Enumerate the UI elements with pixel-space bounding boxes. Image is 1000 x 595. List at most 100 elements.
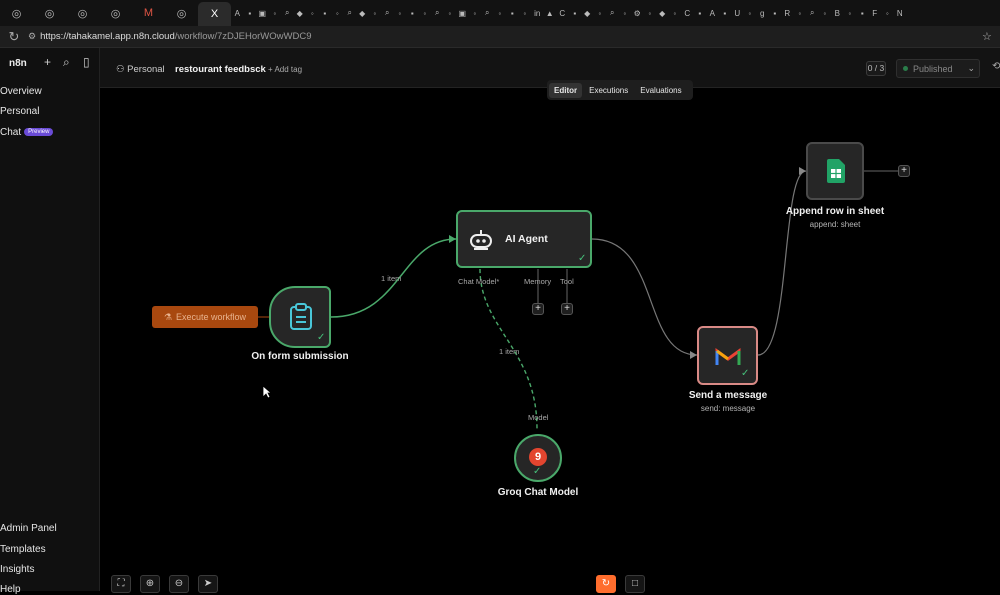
browser-tab[interactable]: ◦ <box>519 3 532 23</box>
browser-tab[interactable]: ◦ <box>269 3 282 23</box>
browser-tab[interactable]: R <box>781 3 794 23</box>
browser-tab[interactable]: ◆ <box>656 3 669 23</box>
browser-tab[interactable]: ◦ <box>469 3 482 23</box>
browser-tab[interactable]: ◦ <box>369 3 382 23</box>
project-breadcrumb[interactable]: ⚇ Personal <box>116 64 165 75</box>
browser-tab[interactable]: ◆ <box>581 3 594 23</box>
reload-icon[interactable]: ↻ <box>0 29 28 45</box>
browser-tab[interactable]: ◦ <box>419 3 432 23</box>
url-field[interactable]: https://tahakamel.app.n8n.cloud/workflow… <box>40 31 982 42</box>
zoom-in-button[interactable]: ⊕ <box>140 575 160 593</box>
browser-tab[interactable]: ◦ <box>844 3 857 23</box>
zoom-out-button[interactable]: ⊖ <box>169 575 189 593</box>
browser-tab[interactable]: ◦ <box>394 3 407 23</box>
bookmark-star-icon[interactable]: ☆ <box>982 30 1000 43</box>
browser-tab[interactable]: ⌕ <box>606 3 619 23</box>
browser-tab[interactable]: C <box>681 3 694 23</box>
sidebar-item-admin-panel[interactable]: Admin Panel <box>0 523 57 534</box>
browser-tab[interactable]: ▲ <box>544 3 557 23</box>
browser-tab[interactable]: ▪ <box>506 3 519 23</box>
search-icon[interactable]: ⌕ <box>63 55 70 70</box>
browser-tab[interactable]: ◦ <box>794 3 807 23</box>
add-tool-button[interactable]: + <box>561 303 573 315</box>
ai-agent-node[interactable]: AI Agent ✓ <box>456 210 592 268</box>
browser-tab[interactable]: ◦ <box>881 3 894 23</box>
browser-tab[interactable]: ◦ <box>444 3 457 23</box>
active-tab[interactable]: X <box>198 2 231 26</box>
browser-tab[interactable]: ◦ <box>306 3 319 23</box>
browser-tab[interactable]: in <box>531 3 544 23</box>
tab-globe-icon[interactable]: ◎ <box>66 3 99 23</box>
browser-tab[interactable]: ◦ <box>331 3 344 23</box>
tab-globe-icon[interactable]: ◎ <box>33 3 66 23</box>
browser-tab[interactable]: A <box>231 3 244 23</box>
browser-tab[interactable]: C <box>556 3 569 23</box>
trigger-node[interactable]: ✓ <box>269 286 331 348</box>
tab-evaluations[interactable]: Evaluations <box>635 83 686 98</box>
chat-toggle-button[interactable]: ↻ <box>596 575 616 593</box>
browser-tab[interactable]: ▪ <box>694 3 707 23</box>
site-info-icon[interactable]: ⚙ <box>28 31 36 42</box>
tab-close-icon[interactable]: X <box>211 8 218 20</box>
fit-view-button[interactable]: ⛶ <box>111 575 131 593</box>
tidy-up-button[interactable]: ➤ <box>198 575 218 593</box>
browser-tab[interactable]: ⌕ <box>481 3 494 23</box>
sidebar-item-help[interactable]: Help <box>0 584 21 595</box>
browser-tab[interactable]: ▪ <box>569 3 582 23</box>
browser-tab[interactable]: ▪ <box>244 3 257 23</box>
browser-tab[interactable]: ⌕ <box>281 3 294 23</box>
browser-tab[interactable]: U <box>731 3 744 23</box>
browser-tab[interactable]: ◦ <box>594 3 607 23</box>
plus-icon[interactable]: + <box>44 55 51 69</box>
collapse-sidebar-icon[interactable]: ▯ <box>83 55 90 69</box>
browser-tab[interactable]: F <box>869 3 882 23</box>
browser-tab[interactable]: N <box>894 3 907 23</box>
browser-tab[interactable]: ▪ <box>406 3 419 23</box>
browser-tab[interactable]: ◦ <box>644 3 657 23</box>
browser-tab[interactable]: ◦ <box>619 3 632 23</box>
workflow-name[interactable]: restourant feedbsck <box>175 64 266 75</box>
append-row-node[interactable] <box>806 142 864 200</box>
browser-tab[interactable]: ⌕ <box>344 3 357 23</box>
port-chat-model[interactable]: Chat Model* <box>458 277 499 286</box>
send-message-node[interactable]: ✓ <box>697 326 758 385</box>
history-icon[interactable]: ⟲ <box>992 61 1000 72</box>
port-tool[interactable]: Tool <box>560 277 574 286</box>
tab-editor[interactable]: Editor <box>549 82 583 98</box>
browser-tab[interactable]: ⌕ <box>431 3 444 23</box>
add-tag-button[interactable]: + Add tag <box>268 65 302 74</box>
stop-button[interactable]: □ <box>625 575 645 593</box>
add-memory-button[interactable]: + <box>532 303 544 315</box>
browser-tab[interactable]: ▣ <box>256 3 269 23</box>
tab-gmail-icon[interactable]: M <box>132 3 165 23</box>
publish-dropdown[interactable]: Published ⌄ <box>896 59 980 78</box>
sidebar-item-overview[interactable]: Overview <box>0 86 42 97</box>
browser-tab[interactable]: g <box>756 3 769 23</box>
tab-globe-icon[interactable]: ◎ <box>0 3 33 23</box>
browser-tab[interactable]: ▪ <box>719 3 732 23</box>
tab-executions[interactable]: Executions <box>584 83 633 98</box>
browser-tab[interactable]: B <box>831 3 844 23</box>
browser-tab[interactable]: ⌕ <box>381 3 394 23</box>
groq-chat-model-node[interactable]: 9 ✓ <box>514 434 562 482</box>
browser-tab[interactable]: ⚙ <box>631 3 644 23</box>
browser-tab[interactable]: ◦ <box>669 3 682 23</box>
tab-globe-icon[interactable]: ◎ <box>165 3 198 23</box>
add-next-node-button[interactable]: + <box>898 165 910 177</box>
tab-globe-icon[interactable]: ◎ <box>99 3 132 23</box>
sidebar-item-chat[interactable]: Chat Preview <box>0 127 54 138</box>
port-memory[interactable]: Memory <box>524 277 551 286</box>
browser-tab[interactable]: ▪ <box>769 3 782 23</box>
browser-tab[interactable]: ◆ <box>356 3 369 23</box>
browser-tab[interactable]: ◆ <box>294 3 307 23</box>
browser-tab[interactable]: ◦ <box>494 3 507 23</box>
browser-tab[interactable]: ▪ <box>319 3 332 23</box>
workflow-canvas[interactable]: Editor Executions Evaluations ⚗ Execute … <box>101 80 1000 593</box>
sidebar-item-insights[interactable]: Insights <box>0 564 34 575</box>
browser-tab[interactable]: ▣ <box>456 3 469 23</box>
browser-tab[interactable]: ◦ <box>819 3 832 23</box>
browser-tab[interactable]: ◦ <box>744 3 757 23</box>
execute-workflow-button[interactable]: ⚗ Execute workflow <box>152 306 258 328</box>
browser-tab[interactable]: ▪ <box>856 3 869 23</box>
browser-tab[interactable]: ⌕ <box>806 3 819 23</box>
